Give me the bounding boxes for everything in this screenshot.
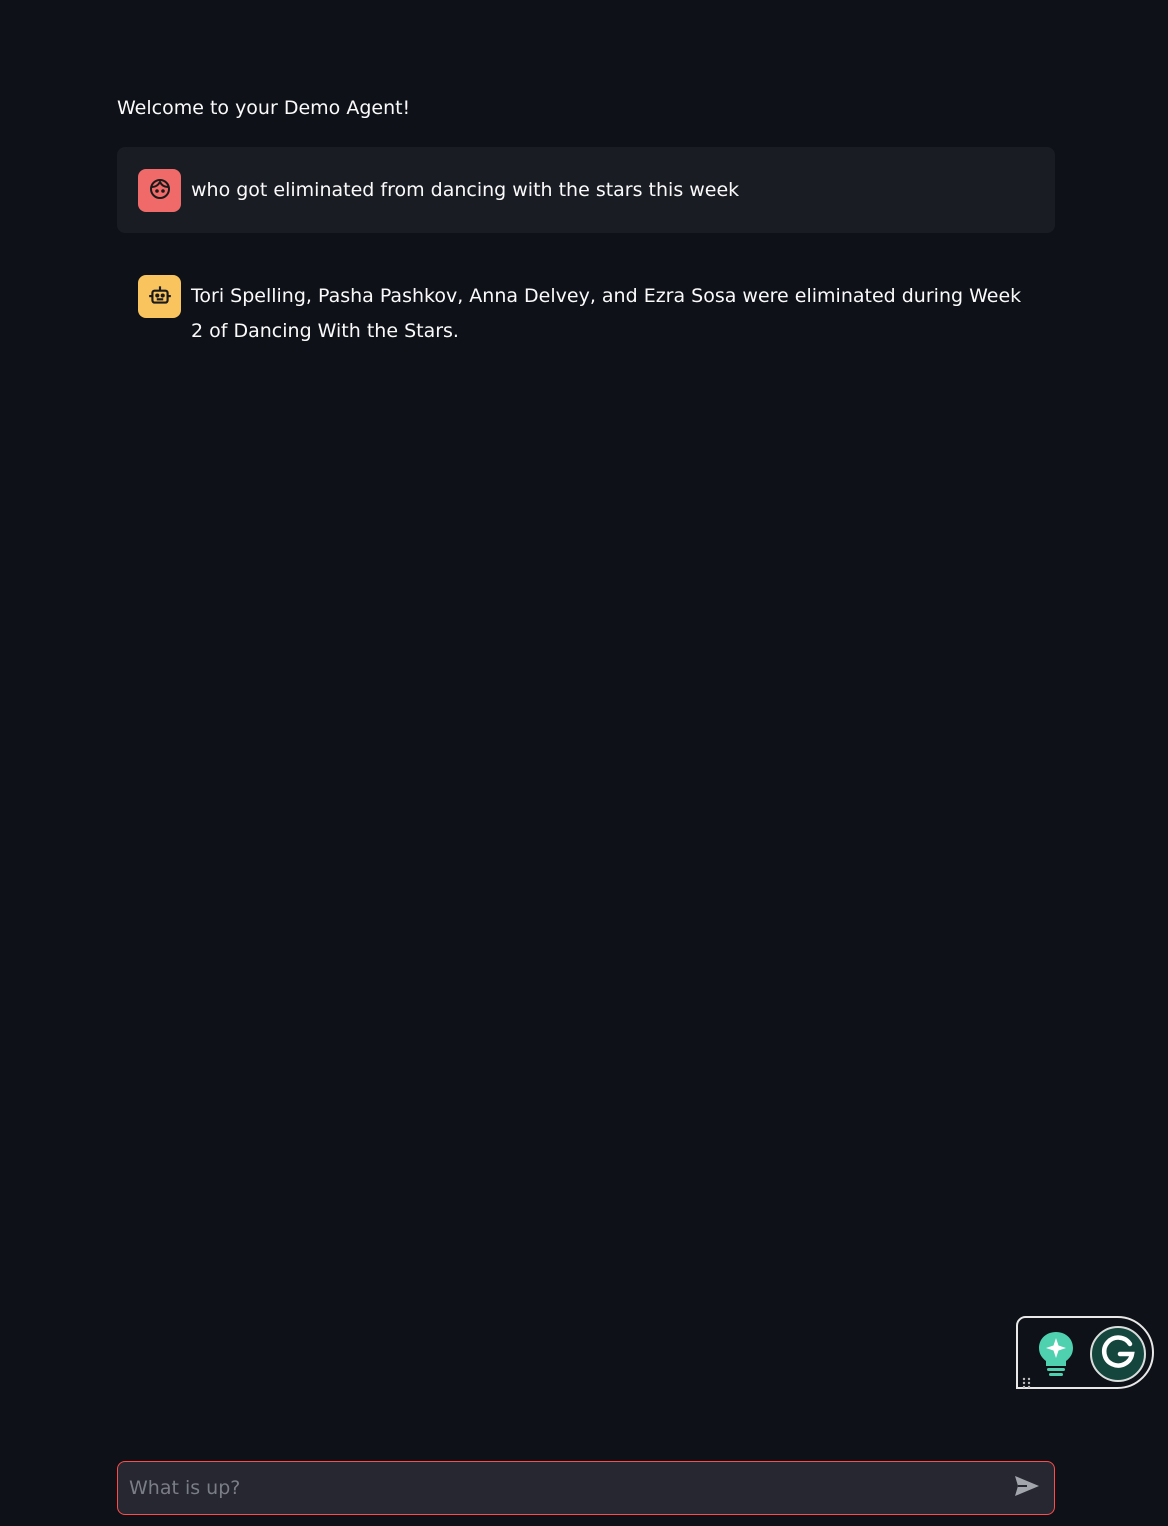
send-button[interactable] (1000, 1461, 1054, 1515)
lightbulb-sparkle-icon[interactable] (1036, 1330, 1076, 1382)
grammarly-g-button[interactable] (1090, 1326, 1146, 1382)
chat-input[interactable] (118, 1462, 1000, 1514)
user-avatar (138, 169, 181, 212)
user-message-text: who got eliminated from dancing with the… (191, 179, 740, 201)
welcome-heading: Welcome to your Demo Agent! (117, 97, 411, 119)
assistant-message: Tori Spelling, Pasha Pashkov, Anna Delve… (117, 254, 1055, 349)
user-message: who got eliminated from dancing with the… (117, 147, 1055, 233)
chat-input-container (117, 1461, 1055, 1515)
drag-grip-icon[interactable] (1022, 1374, 1032, 1389)
user-face-icon (148, 177, 172, 205)
grammarly-g-icon (1098, 1332, 1138, 1376)
assistant-message-text: Tori Spelling, Pasha Pashkov, Anna Delve… (191, 285, 1022, 342)
robot-icon (147, 282, 173, 312)
assistant-avatar (138, 275, 181, 318)
chat-app: Welcome to your Demo Agent! who got elim… (0, 0, 1168, 1526)
send-icon (1014, 1475, 1040, 1501)
grammarly-widget[interactable] (1016, 1316, 1154, 1389)
